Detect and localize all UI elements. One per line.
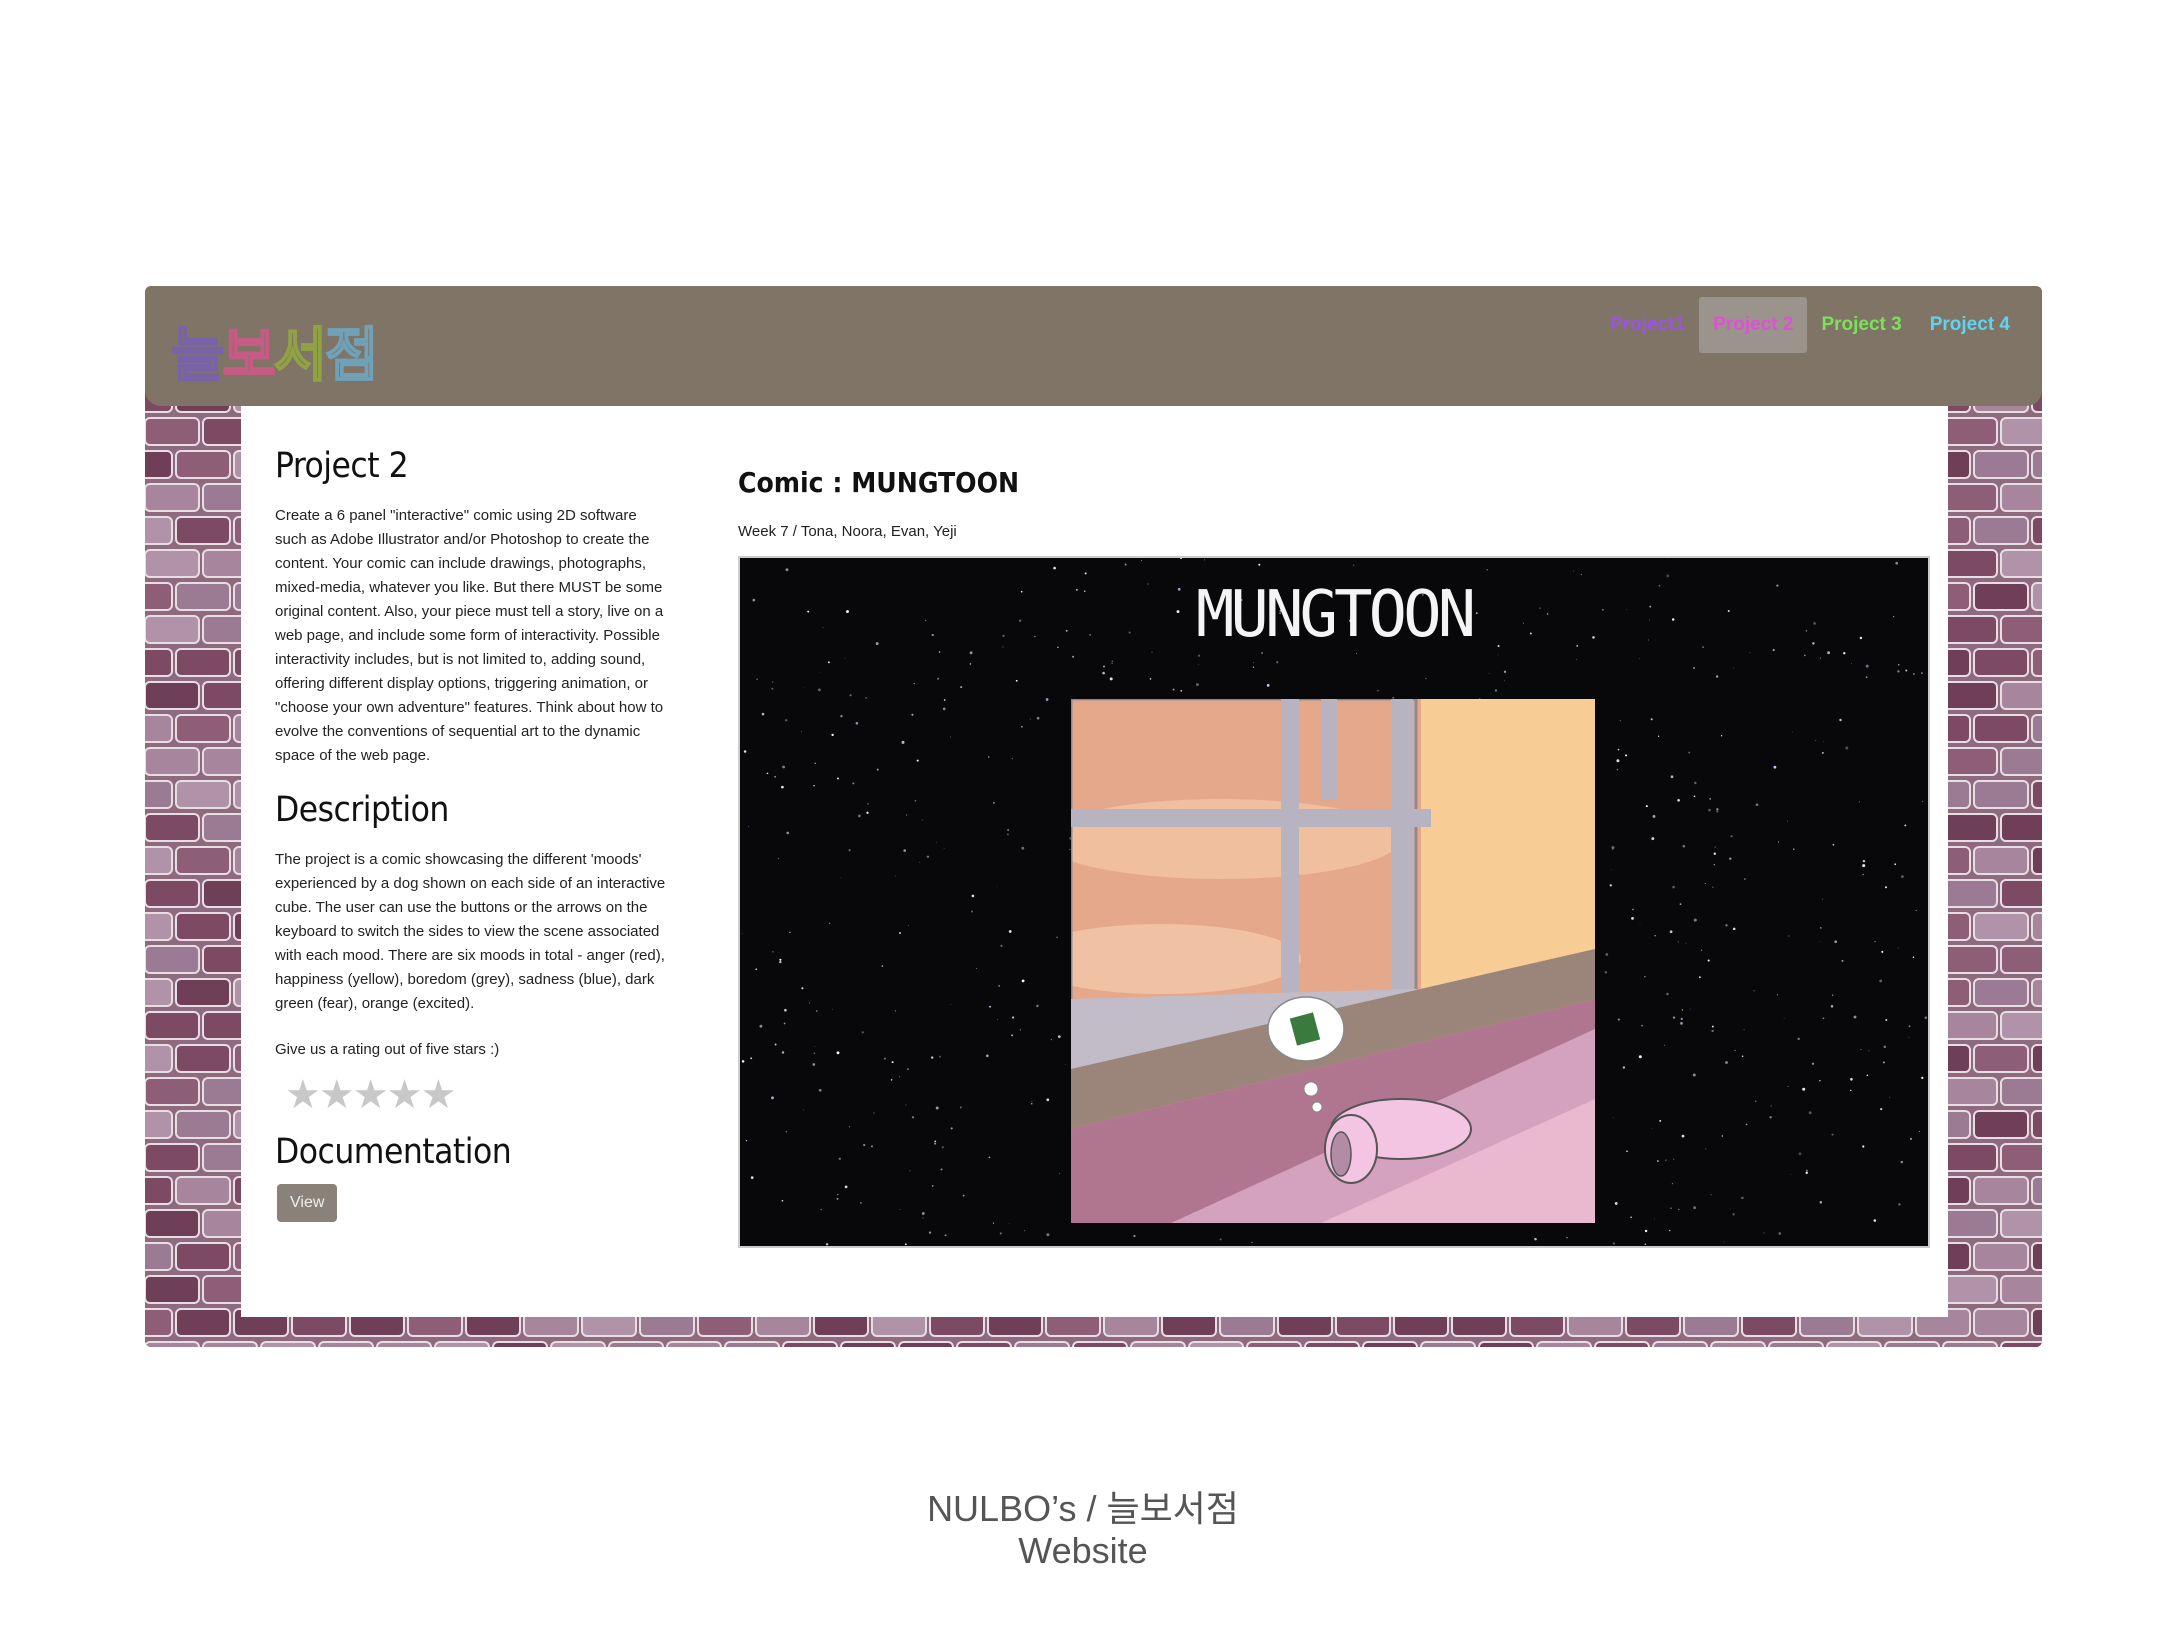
- rating-prompt: Give us a rating out of five stars :): [275, 1041, 500, 1058]
- slide-caption: NULBO’s / 늘보서점 Website: [0, 1488, 2166, 1572]
- comic-logo: MUNGTOON: [1195, 578, 1476, 652]
- caption-subtitle: Website: [1018, 1530, 1148, 1571]
- nav-project-4[interactable]: Project 4: [1916, 297, 2024, 353]
- site-header: 늘보서점 Project1 Project 2 Project 3 Projec…: [145, 286, 2042, 406]
- project-heading: Project 2: [275, 446, 409, 486]
- comic-meta: Week 7 / Tona, Noora, Evan, Yeji: [738, 523, 957, 540]
- view-button[interactable]: View: [277, 1184, 338, 1222]
- comic-viewer[interactable]: MUNGTOON: [738, 556, 1930, 1248]
- caption-title: NULBO’s / 늘보서점: [927, 1488, 1239, 1529]
- site-logo[interactable]: 늘보서점: [170, 308, 380, 392]
- comic-title: Comic : MUNGTOON: [738, 466, 1020, 499]
- project-brief: Create a 6 panel "interactive" comic usi…: [275, 507, 664, 764]
- star-rating[interactable]: ★★★★★: [285, 1072, 668, 1118]
- nav-project-3[interactable]: Project 3: [1807, 297, 1915, 353]
- project-description: The project is a comic showcasing the di…: [275, 851, 666, 1012]
- description-heading: Description: [275, 790, 449, 830]
- nav-project-1[interactable]: Project1: [1596, 297, 1699, 353]
- nav-project-2[interactable]: Project 2: [1699, 297, 1808, 353]
- comic-column: Comic : MUNGTOON Week 7 / Tona, Noora, E…: [738, 466, 1930, 1248]
- project-info-column: Project 2 Create a 6 panel "interactive"…: [275, 446, 668, 1222]
- documentation-heading: Documentation: [275, 1132, 512, 1172]
- main-nav: Project1 Project 2 Project 3 Project 4: [1596, 297, 2024, 353]
- comic-panel-image[interactable]: [1071, 699, 1595, 1223]
- main-content: Project 2 Create a 6 panel "interactive"…: [241, 406, 1948, 1317]
- website-frame: 늘보서점 Project1 Project 2 Project 3 Projec…: [145, 286, 2042, 1347]
